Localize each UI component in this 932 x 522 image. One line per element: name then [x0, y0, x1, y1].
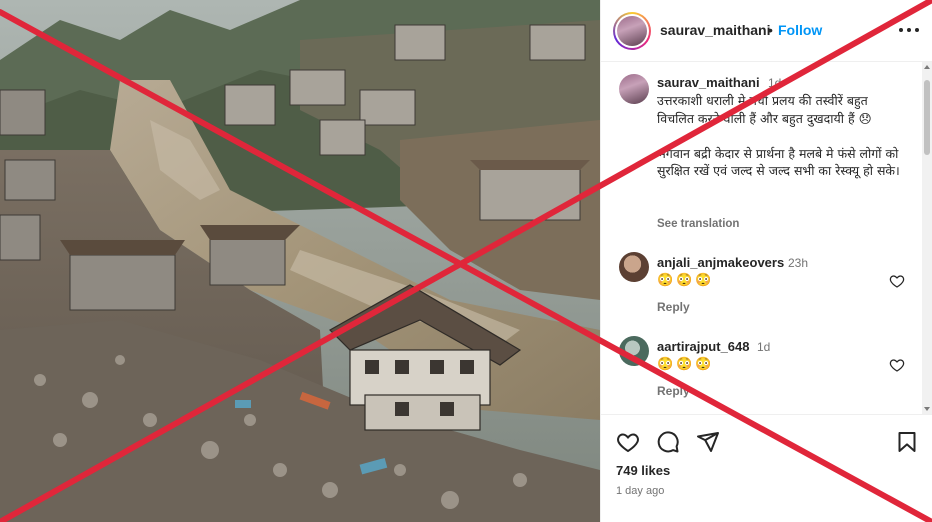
avatar-border: [615, 14, 649, 48]
flood-devastation-image: [0, 0, 600, 522]
comment-time: 1d: [757, 340, 771, 354]
dot: [907, 28, 911, 32]
post-timestamp[interactable]: 1 day ago: [616, 485, 664, 497]
scroll-down-arrow[interactable]: [924, 407, 930, 411]
share-icon[interactable]: [696, 430, 720, 454]
more-options-icon[interactable]: [897, 18, 921, 42]
comment-time: 23h: [788, 256, 809, 270]
post-header: saurav_maithani • Follow: [601, 0, 932, 62]
scrollbar-thumb[interactable]: [924, 80, 930, 155]
see-translation-link[interactable]: See translation: [657, 218, 739, 230]
comment-username[interactable]: aartirajput_648: [657, 339, 750, 354]
likes-count[interactable]: 749 likes: [616, 463, 670, 478]
avatar: [617, 16, 647, 46]
comment-like-icon[interactable]: [889, 357, 905, 373]
header-username[interactable]: saurav_maithani: [660, 22, 771, 38]
follow-button[interactable]: Follow: [778, 22, 822, 38]
story-ring[interactable]: [613, 12, 651, 50]
comment-icon[interactable]: [656, 430, 680, 454]
post-side-panel: saurav_maithani • Follow saurav_maithani…: [600, 0, 932, 522]
scroll-up-arrow[interactable]: [924, 65, 930, 69]
comment-text: 😳😳😳: [657, 356, 715, 371]
separator-dot: •: [768, 22, 773, 38]
caption-avatar[interactable]: [619, 74, 649, 104]
comments-scrollbar[interactable]: [922, 62, 932, 414]
reply-button[interactable]: Reply: [657, 300, 690, 314]
comment-username[interactable]: anjali_anjmakeovers: [657, 255, 784, 270]
dot: [899, 28, 903, 32]
comment-like-icon[interactable]: [889, 273, 905, 289]
comment-avatar[interactable]: [619, 336, 649, 366]
comment-avatar[interactable]: [619, 252, 649, 282]
reply-button[interactable]: Reply: [657, 384, 690, 398]
caption-username[interactable]: saurav_maithani: [657, 75, 760, 90]
instagram-post-window: saurav_maithani • Follow saurav_maithani…: [0, 0, 932, 522]
post-photo[interactable]: [0, 0, 600, 522]
comments-list[interactable]: saurav_maithani 1d उत्तरकाशी धराली मे मच…: [601, 62, 932, 414]
comment-text: 😳😳😳: [657, 272, 715, 287]
caption-text: उत्तरकाशी धराली मे मची प्रलय की तस्वीरें…: [657, 93, 900, 178]
post-actions: 749 likes 1 day ago: [601, 414, 932, 522]
bookmark-icon[interactable]: [895, 430, 919, 454]
heart-icon[interactable]: [616, 430, 640, 454]
caption-time: 1d: [768, 76, 782, 90]
dot: [915, 28, 919, 32]
